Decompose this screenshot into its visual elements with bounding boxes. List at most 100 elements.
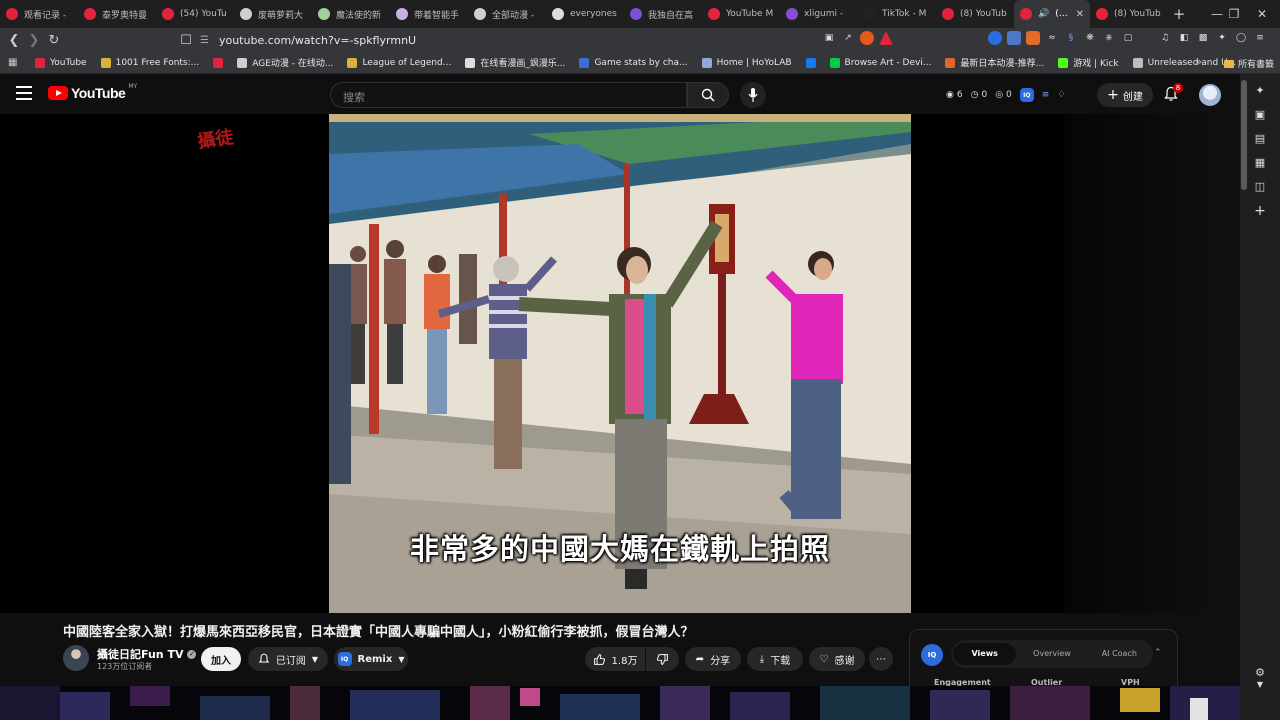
bookmark-item[interactable]: Browse Art - Devi... <box>823 57 939 68</box>
browser-tab[interactable]: xligumi - <box>780 0 858 28</box>
search-button[interactable] <box>687 82 729 108</box>
thumbs-up-icon <box>593 653 605 665</box>
address-bar[interactable]: ☰ youtube.com/watch?v=-spkflyrmnU <box>200 28 416 52</box>
browser-tab[interactable]: 废萌萝莉大 <box>234 0 312 28</box>
browser-tab[interactable]: 泰罗奥特曼 <box>78 0 156 28</box>
dislike-button[interactable] <box>646 647 679 671</box>
close-tab-icon[interactable]: ✕ <box>1076 9 1084 20</box>
new-tab-button[interactable]: + <box>1168 5 1190 23</box>
youtube-logo[interactable]: YouTube MY <box>48 83 137 101</box>
subscribed-button[interactable]: 已订阅 ▼ <box>248 647 328 671</box>
forward-icon[interactable]: ❯ <box>24 30 44 50</box>
share-page-icon[interactable]: ↗ <box>841 31 855 45</box>
create-button[interactable]: + 创建 <box>1097 83 1153 107</box>
bookmark-favicon-icon <box>237 57 248 68</box>
bookmarks-sidebar-icon[interactable]: ▤ <box>1253 132 1267 146</box>
browser-tab[interactable]: 带着智能手 <box>390 0 468 28</box>
browser-tab[interactable]: (8) YouTub <box>1090 0 1168 28</box>
bookmark-item[interactable] <box>799 57 823 68</box>
tab-views[interactable]: Views <box>953 643 1017 665</box>
bookmark-item[interactable] <box>206 57 230 68</box>
bookmark-item[interactable]: YouTube <box>28 57 94 68</box>
scroll-down-icon[interactable]: ▼ <box>1253 678 1267 692</box>
leo-sidebar-icon[interactable]: ✦ <box>1253 84 1267 98</box>
wifi-extension-icon[interactable]: ≈ <box>1045 31 1059 45</box>
sider-extension-icon[interactable]: § <box>1064 31 1078 45</box>
user-avatar[interactable] <box>1199 84 1221 106</box>
brave-shield-icon[interactable] <box>860 31 874 45</box>
more-actions-button[interactable]: ⋯ <box>869 647 893 671</box>
share-button[interactable]: ➦ 分享 <box>685 647 741 671</box>
brave-rewards-icon[interactable] <box>879 31 893 45</box>
browser-tab[interactable]: (8) YouTub <box>936 0 1014 28</box>
browser-tab[interactable]: everyones <box>546 0 624 28</box>
bookmark-item[interactable]: AGE动漫 - 在线动... <box>230 56 340 69</box>
vpn-icon[interactable]: ◯ <box>1234 31 1248 45</box>
fox-extension-icon[interactable] <box>1026 31 1040 45</box>
list-icon[interactable]: ≡ <box>1042 90 1050 100</box>
render-artifact-strip <box>0 686 1280 720</box>
browser-tab[interactable]: TikTok - M <box>858 0 936 28</box>
thanks-button[interactable]: ♡ 感谢 <box>809 647 865 671</box>
chevron-up-icon[interactable]: ⌃ <box>1154 648 1162 658</box>
bookmark-page-icon[interactable]: ☐ <box>176 30 196 50</box>
back-icon[interactable]: ❮ <box>4 30 24 50</box>
channel-avatar[interactable] <box>63 645 89 671</box>
close-window-icon[interactable]: ✕ <box>1244 0 1280 28</box>
bookmark-item[interactable]: 在线看漫画_飒漫乐... <box>458 56 572 69</box>
sidebar-toggle-icon[interactable]: ◧ <box>1177 31 1191 45</box>
apps-grid-icon[interactable]: ▦ <box>8 57 17 68</box>
all-bookmarks-button[interactable]: 所有書籤 <box>1223 57 1274 70</box>
folder-icon <box>1223 59 1234 68</box>
vidiq-extension-icon[interactable] <box>988 31 1002 45</box>
join-button[interactable]: 加入 <box>201 647 241 671</box>
channel-name-link[interactable]: 攝徒日記Fun TV ✓ <box>97 646 197 662</box>
reading-list-icon[interactable]: ▣ <box>1253 108 1267 122</box>
speaker-icon[interactable]: 🔊 <box>1038 9 1049 19</box>
puzzle-extension-icon[interactable]: ⎈ <box>1102 31 1116 45</box>
bookmark-favicon-icon <box>100 57 111 68</box>
browser-tab[interactable]: 全部动漫 - <box>468 0 546 28</box>
leo-ai-icon[interactable]: ✦ <box>1215 31 1229 45</box>
cast-icon[interactable]: ▣ <box>822 31 836 45</box>
browser-tab[interactable]: 魔法使的新 <box>312 0 390 28</box>
add-panel-icon[interactable]: + <box>1253 204 1267 218</box>
browser-tab[interactable]: YouTube M <box>702 0 780 28</box>
translate-extension-icon[interactable] <box>1007 31 1021 45</box>
browser-tab[interactable]: 我独自在高 <box>624 0 702 28</box>
bookmark-label: AGE动漫 - 在线动... <box>252 59 334 69</box>
bookmark-item[interactable]: League of Legend... <box>340 57 458 68</box>
page-scrollbar[interactable] <box>1241 80 1247 190</box>
tab-ai-coach[interactable]: AI Coach <box>1088 643 1151 665</box>
hamburger-menu-icon[interactable] <box>16 86 32 100</box>
bookmark-item[interactable]: 最新日本动漫-推荐... <box>938 56 1051 69</box>
search-input[interactable]: 搜索 <box>330 82 687 108</box>
download-button[interactable]: ⤓ 下载 <box>747 647 803 671</box>
bookmark-item[interactable]: Game stats by cha... <box>572 57 694 68</box>
like-button[interactable]: 1.8万 <box>585 647 645 671</box>
site-info-icon[interactable]: ☰ <box>200 35 209 46</box>
browser-menu-icon[interactable]: ≡ <box>1253 31 1267 45</box>
wallet-icon[interactable]: ▩ <box>1196 31 1210 45</box>
screenshot-extension-icon[interactable]: ▢ <box>1121 31 1135 45</box>
bookmark-item[interactable]: 1001 Free Fonts:... <box>94 57 207 68</box>
vidiq-header-icon[interactable]: IQ <box>1019 88 1034 102</box>
notes-sidebar-icon[interactable]: ◫ <box>1253 180 1267 194</box>
browser-tab[interactable]: (54) YouTu <box>156 0 234 28</box>
tab-favicon-icon <box>6 8 18 20</box>
bookmarks-overflow-icon[interactable]: » <box>1195 55 1202 68</box>
remix-button[interactable]: IQ Remix ▼ <box>334 647 408 671</box>
history-sidebar-icon[interactable]: ▦ <box>1253 156 1267 170</box>
channel-name: 攝徒日記Fun TV <box>97 648 184 661</box>
voice-search-button[interactable] <box>740 82 766 108</box>
browser-tab[interactable]: 观看记录 - <box>0 0 78 28</box>
tab-overview[interactable]: Overview <box>1020 643 1083 665</box>
reload-icon[interactable]: ↻ <box>44 30 64 50</box>
microphone-icon <box>748 88 758 102</box>
ai-extension-icon[interactable]: ❋ <box>1083 31 1097 45</box>
media-icon[interactable]: ♫ <box>1158 31 1172 45</box>
bookmark-item[interactable]: Home | HoYoLAB <box>695 57 799 68</box>
bookmark-item[interactable]: 游戏 | Kick <box>1051 56 1125 69</box>
browser-tab[interactable]: 🔊 (8) Y ✕ <box>1014 0 1090 28</box>
trophy-icon[interactable]: ♢ <box>1057 90 1065 100</box>
